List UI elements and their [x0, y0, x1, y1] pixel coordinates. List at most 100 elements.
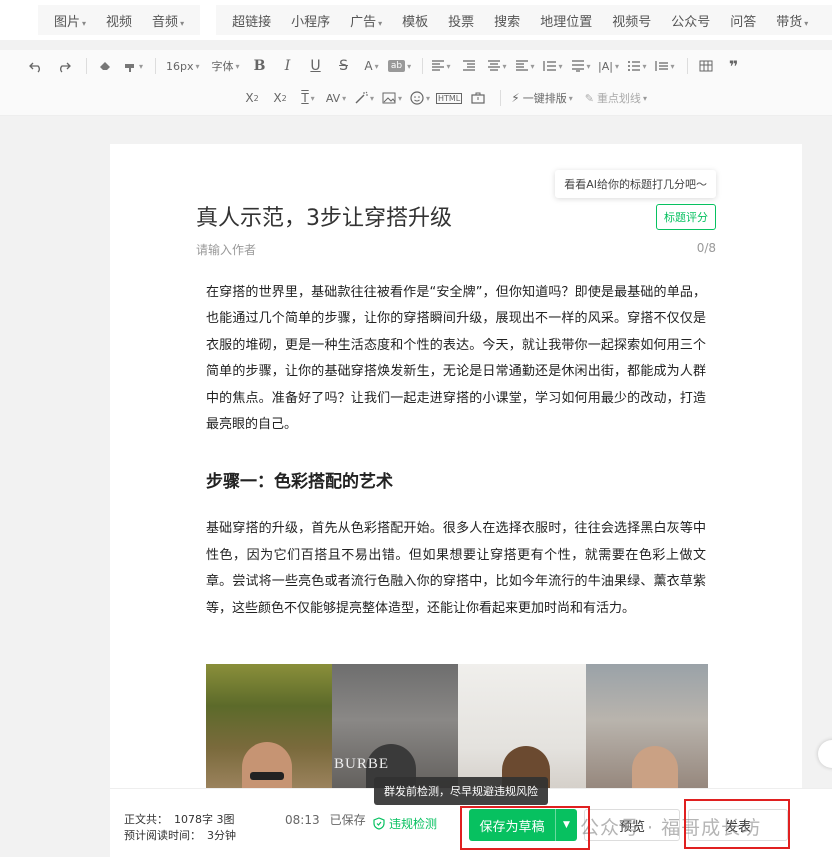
format-toolbar: ▾ 16px ▾ 字体 ▾ B I U S A ▾ ab ▾ ▾ ▾ ▾ ▾ ▾ |A|…: [0, 50, 832, 116]
undo-icon[interactable]: [24, 54, 48, 78]
bold-icon[interactable]: B: [248, 54, 272, 78]
group2-item[interactable]: 投票: [438, 11, 484, 30]
table-icon[interactable]: [694, 54, 718, 78]
group1-item[interactable]: 音频 ▾: [142, 11, 194, 30]
shield-check-icon: [373, 817, 385, 830]
group2-item[interactable]: 带货 ▾: [766, 11, 818, 30]
group2-item-label: 带货: [776, 14, 803, 30]
group1-item-label: 音频: [152, 14, 179, 30]
word-art-icon[interactable]: AV ▾: [324, 86, 348, 110]
save-status: 08:13 已保存: [285, 811, 366, 828]
horizontal-rule-icon[interactable]: T ▾: [296, 86, 320, 110]
toolbox-icon[interactable]: [466, 86, 490, 110]
group2-item[interactable]: 小程序: [281, 11, 340, 30]
margin-icon[interactable]: ▾: [653, 54, 677, 78]
background-color-icon[interactable]: ab ▾: [387, 54, 412, 78]
title-score-button[interactable]: 标题评分: [656, 204, 716, 230]
subscript-icon[interactable]: X2: [268, 86, 292, 110]
one-click-format-button[interactable]: ⚡ 一键排版 ▾: [507, 86, 576, 110]
group2-item-label: 搜索: [494, 14, 521, 30]
paragraph-spacing-icon[interactable]: ▾: [541, 54, 565, 78]
ai-title-tip: 看看AI给你的标题打几分吧～: [555, 170, 716, 198]
indent-right-icon[interactable]: ▾: [513, 54, 537, 78]
paragraph: 在穿搭的世界里，基础款往往被看作是“安全牌”，但你知道吗？即使是最基础的单品，也…: [206, 285, 706, 433]
format-row-1: ▾ 16px ▾ 字体 ▾ B I U S A ▾ ab ▾ ▾ ▾ ▾ ▾ ▾ |A|…: [0, 50, 832, 82]
side-scroll-handle[interactable]: [818, 740, 832, 768]
group2-item[interactable]: 搜索: [484, 11, 530, 30]
key-highlight-label: 重点划线: [596, 92, 641, 105]
group1-item[interactable]: 图片 ▾: [44, 11, 96, 30]
group2-item-label: 超链接: [232, 14, 272, 30]
line-height-icon[interactable]: ▾: [569, 54, 593, 78]
bottom-action-bar: 正文共： 1078字 3图 预计阅读时间： 3分钟 08:13 已保存 违规检测 群发…: [110, 777, 832, 857]
font-color-icon[interactable]: A ▾: [360, 54, 384, 78]
group2-item[interactable]: 超链接: [222, 11, 281, 30]
divider: [155, 58, 156, 74]
image-icon[interactable]: ▾: [380, 86, 404, 110]
html-icon[interactable]: HTML: [436, 86, 463, 110]
strikethrough-icon[interactable]: S: [332, 54, 356, 78]
read-time-label: 预计阅读时间：: [124, 829, 201, 842]
group2-item-label: 投票: [448, 14, 475, 30]
key-highlight-button[interactable]: ✎ 重点划线 ▾: [581, 86, 651, 110]
format-painter-icon[interactable]: ▾: [121, 54, 145, 78]
save-time: 08:13: [285, 813, 320, 827]
group2-item[interactable]: 问答: [720, 11, 766, 30]
group1-item-label: 视频: [106, 14, 133, 30]
caret-down-icon: ▾: [180, 18, 185, 28]
group2-item-label: 广告: [350, 14, 377, 30]
italic-icon[interactable]: I: [276, 54, 300, 78]
word-count-label: 正文共：: [124, 813, 168, 826]
magic-wand-icon[interactable]: ▾: [352, 86, 376, 110]
underline-icon[interactable]: U: [304, 54, 328, 78]
clear-format-icon[interactable]: [93, 54, 117, 78]
section-heading: 步骤一：色彩搭配的艺术: [206, 472, 393, 493]
preview-button[interactable]: 预览: [584, 809, 680, 841]
word-count: 正文共： 1078字 3图: [124, 811, 235, 827]
caret-down-icon: ▾: [82, 18, 87, 28]
format-row-2: X2 X2 T ▾ AV ▾ ▾ ▾ ▾ HTML ⚡ 一键排版 ▾ ✎ 重点划线 ▾: [0, 82, 832, 114]
letter-spacing-icon[interactable]: |A| ▾: [597, 54, 621, 78]
compliance-check-label: 违规检测: [389, 817, 438, 831]
divider: [686, 58, 688, 74]
group2-item[interactable]: 视频号: [602, 11, 661, 30]
group2-item[interactable]: 地理位置: [530, 11, 602, 30]
highlight-icon: ✎: [584, 91, 594, 105]
align-center-icon[interactable]: ▾: [485, 54, 509, 78]
read-time: 预计阅读时间： 3分钟: [124, 827, 236, 843]
compliance-check-button[interactable]: 违规检测: [373, 815, 437, 832]
divider: [421, 58, 423, 74]
superscript-icon[interactable]: X2: [240, 86, 264, 110]
editor-page: 看看AI给你的标题打几分吧～ 标题评分 真人示范，3步让穿搭升级 请输入作者 0…: [110, 144, 802, 857]
article-body[interactable]: 在穿搭的世界里，基础款往往被看作是“安全牌”，但你知道吗？即使是最基础的单品，也…: [206, 280, 706, 622]
font-family-select[interactable]: 字体 ▾: [208, 54, 244, 78]
group2-item-label: 视频号: [612, 14, 652, 30]
group2-item-label: 小程序: [291, 14, 331, 30]
font-size-value: 16px: [166, 59, 194, 73]
article-title-input[interactable]: 真人示范，3步让穿搭升级: [196, 200, 452, 232]
caret-down-icon: ▾: [378, 18, 383, 28]
insert-toolbar: 图片 ▾ 视频 音频 ▾ 超链接 小程序 广告 ▾ 模板 投票 搜索 地理位置 视频号 公众号 问答 带货 ▾: [0, 0, 832, 40]
caret-down-icon: ▾: [804, 18, 809, 28]
author-input[interactable]: 请输入作者: [196, 241, 256, 258]
redo-icon[interactable]: [52, 54, 76, 78]
quote-icon[interactable]: ❞: [722, 54, 746, 78]
font-size-select[interactable]: 16px ▾: [162, 54, 204, 78]
divider: [500, 90, 502, 106]
emoji-icon[interactable]: ▾: [408, 86, 432, 110]
group1-item[interactable]: 视频: [96, 11, 142, 30]
group2-item[interactable]: 公众号: [661, 11, 720, 30]
indent-icon[interactable]: [457, 54, 481, 78]
font-family-value: 字体: [211, 60, 234, 73]
group2-item[interactable]: 模板: [392, 11, 438, 30]
storefront-sign: BURBE: [334, 756, 390, 772]
read-time-value: 3分钟: [207, 829, 236, 842]
save-status-text: 已保存: [329, 813, 366, 827]
group2-item-label: 地理位置: [540, 14, 593, 30]
group2-item[interactable]: 广告 ▾: [340, 11, 392, 30]
component-insert-group: 超链接 小程序 广告 ▾ 模板 投票 搜索 地理位置 视频号 公众号 问答 带货 ▾: [216, 5, 832, 35]
list-icon[interactable]: ▾: [625, 54, 649, 78]
one-click-format-label: 一键排版: [522, 92, 567, 105]
align-left-icon[interactable]: ▾: [429, 54, 453, 78]
word-count-value: 1078字 3图: [174, 813, 235, 826]
